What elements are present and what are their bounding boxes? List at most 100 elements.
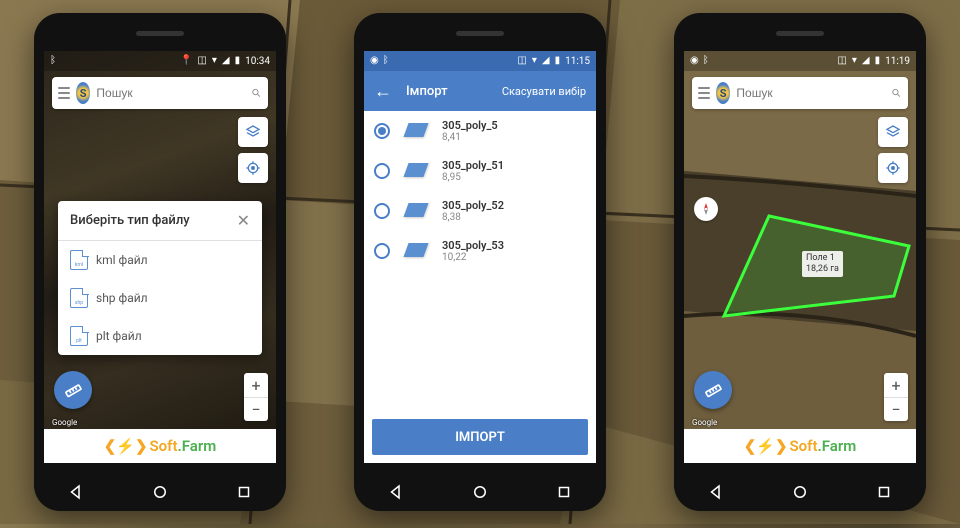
field-label[interactable]: Поле 1 18,26 га bbox=[802, 251, 843, 277]
import-size: 8,41 bbox=[442, 132, 586, 143]
zoom-out-button[interactable]: − bbox=[884, 397, 908, 421]
import-row[interactable]: 305_poly_53 10,22 bbox=[364, 231, 596, 271]
bluetooth-icon: ᛒ bbox=[383, 56, 389, 66]
zoom-in-button[interactable]: + bbox=[884, 373, 908, 397]
field-name: Поле 1 bbox=[806, 253, 839, 264]
locate-button[interactable] bbox=[878, 153, 908, 183]
signal-icon: ◢ bbox=[222, 56, 230, 66]
measure-fab[interactable] bbox=[694, 371, 732, 409]
map-attribution: Google bbox=[692, 418, 717, 427]
phone-mockup-3: ◉ ᛒ ◫ ▾ ◢ ▮ 11:19 S Поле 1 bbox=[674, 13, 926, 511]
import-row[interactable]: 305_poly_5 8,41 bbox=[364, 111, 596, 151]
android-navbar bbox=[354, 473, 606, 511]
polygon-icon bbox=[400, 199, 432, 223]
phone-mockup-1: ᛒ 📍 ◫ ▾ ◢ ▮ 10:34 S Виберіть тип файлу ✕ bbox=[34, 13, 286, 511]
import-name: 305_poly_51 bbox=[442, 159, 586, 172]
appbar-title: Імпорт bbox=[406, 84, 502, 99]
viber-icon: ◉ bbox=[370, 56, 379, 66]
bluetooth-icon: ᛒ bbox=[703, 56, 709, 66]
status-time: 11:19 bbox=[885, 56, 910, 67]
nav-recent-icon[interactable] bbox=[875, 483, 893, 501]
status-time: 10:34 bbox=[245, 56, 270, 67]
cancel-selection-button[interactable]: Скасувати вибір bbox=[502, 85, 586, 98]
android-navbar bbox=[674, 473, 926, 511]
file-option-kml[interactable]: kml kml файл bbox=[58, 241, 262, 279]
import-size: 8,38 bbox=[442, 212, 586, 223]
file-type-dialog: Виберіть тип файлу ✕ kml kml файл shp sh… bbox=[58, 201, 262, 355]
location-icon: 📍 bbox=[180, 56, 192, 66]
signal-icon: ◢ bbox=[862, 56, 870, 66]
search-bar[interactable]: S bbox=[692, 77, 908, 109]
locate-button[interactable] bbox=[238, 153, 268, 183]
nav-home-icon[interactable] bbox=[791, 483, 809, 501]
layers-button[interactable] bbox=[878, 117, 908, 147]
search-bar[interactable]: S bbox=[52, 77, 268, 109]
layers-button[interactable] bbox=[238, 117, 268, 147]
status-bar: ◉ ᛒ ◫ ▾ ◢ ▮ 11:15 bbox=[364, 51, 596, 71]
radio-selected-icon[interactable] bbox=[374, 123, 390, 139]
nav-recent-icon[interactable] bbox=[235, 483, 253, 501]
zoom-control: + − bbox=[884, 373, 908, 421]
import-name: 305_poly_52 bbox=[442, 199, 586, 212]
back-arrow-icon[interactable]: ← bbox=[374, 81, 392, 102]
wifi-icon: ▾ bbox=[852, 56, 857, 66]
import-list: 305_poly_5 8,41 305_poly_51 8,95 305_pol… bbox=[364, 111, 596, 271]
close-icon[interactable]: ✕ bbox=[237, 211, 250, 230]
wifi-icon: ▾ bbox=[532, 56, 537, 66]
app-logo-icon: S bbox=[716, 82, 731, 104]
nav-back-icon[interactable] bbox=[387, 483, 405, 501]
brand-bar: ❮⚡❯ Soft .Farm bbox=[684, 429, 916, 463]
file-option-shp[interactable]: shp shp файл bbox=[58, 279, 262, 317]
file-option-label: shp файл bbox=[96, 291, 148, 305]
vibrate-icon: ◫ bbox=[837, 56, 846, 66]
nav-home-icon[interactable] bbox=[471, 483, 489, 501]
brand-bar: ❮⚡❯ Soft .Farm bbox=[44, 429, 276, 463]
zoom-control: + − bbox=[244, 373, 268, 421]
radio-icon[interactable] bbox=[374, 243, 390, 259]
wheat-icon: ❮⚡❯ bbox=[744, 437, 788, 455]
compass-icon[interactable] bbox=[694, 197, 718, 221]
polygon-icon bbox=[400, 159, 432, 183]
zoom-in-button[interactable]: + bbox=[244, 373, 268, 397]
signal-icon: ◢ bbox=[542, 56, 550, 66]
vibrate-icon: ◫ bbox=[517, 56, 526, 66]
nav-recent-icon[interactable] bbox=[555, 483, 573, 501]
app-logo-icon: S bbox=[76, 82, 91, 104]
search-icon[interactable] bbox=[891, 85, 902, 101]
menu-icon[interactable] bbox=[58, 87, 70, 99]
polygon-icon bbox=[400, 119, 432, 143]
nav-back-icon[interactable] bbox=[707, 483, 725, 501]
import-row[interactable]: 305_poly_51 8,95 bbox=[364, 151, 596, 191]
status-bar: ᛒ 📍 ◫ ▾ ◢ ▮ 10:34 bbox=[44, 51, 276, 71]
android-navbar bbox=[34, 473, 286, 511]
map-attribution: Google bbox=[52, 418, 77, 427]
radio-icon[interactable] bbox=[374, 163, 390, 179]
file-icon: kml bbox=[70, 250, 88, 270]
battery-icon: ▮ bbox=[235, 56, 241, 66]
phone-mockup-2: ◉ ᛒ ◫ ▾ ◢ ▮ 11:15 ← Імпорт Скасувати виб… bbox=[354, 13, 606, 511]
import-button[interactable]: ІМПОРТ bbox=[372, 419, 588, 455]
vibrate-icon: ◫ bbox=[197, 56, 206, 66]
search-icon[interactable] bbox=[251, 85, 262, 101]
import-row[interactable]: 305_poly_52 8,38 bbox=[364, 191, 596, 231]
file-option-plt[interactable]: plt plt файл bbox=[58, 317, 262, 355]
nav-home-icon[interactable] bbox=[151, 483, 169, 501]
bluetooth-icon: ᛒ bbox=[50, 56, 56, 66]
file-icon: plt bbox=[70, 326, 88, 346]
radio-icon[interactable] bbox=[374, 203, 390, 219]
battery-icon: ▮ bbox=[555, 56, 561, 66]
nav-back-icon[interactable] bbox=[67, 483, 85, 501]
status-bar: ◉ ᛒ ◫ ▾ ◢ ▮ 11:19 bbox=[684, 51, 916, 71]
measure-fab[interactable] bbox=[54, 371, 92, 409]
menu-icon[interactable] bbox=[698, 87, 710, 99]
search-input[interactable] bbox=[736, 86, 891, 100]
dialog-title: Виберіть тип файлу bbox=[70, 213, 190, 228]
file-option-label: kml файл bbox=[96, 253, 148, 267]
field-area: 18,26 га bbox=[806, 264, 839, 275]
search-input[interactable] bbox=[96, 86, 251, 100]
zoom-out-button[interactable]: − bbox=[244, 397, 268, 421]
import-size: 10,22 bbox=[442, 252, 586, 263]
viber-icon: ◉ bbox=[690, 56, 699, 66]
import-name: 305_poly_53 bbox=[442, 239, 586, 252]
app-bar: ← Імпорт Скасувати вибір bbox=[364, 71, 596, 111]
